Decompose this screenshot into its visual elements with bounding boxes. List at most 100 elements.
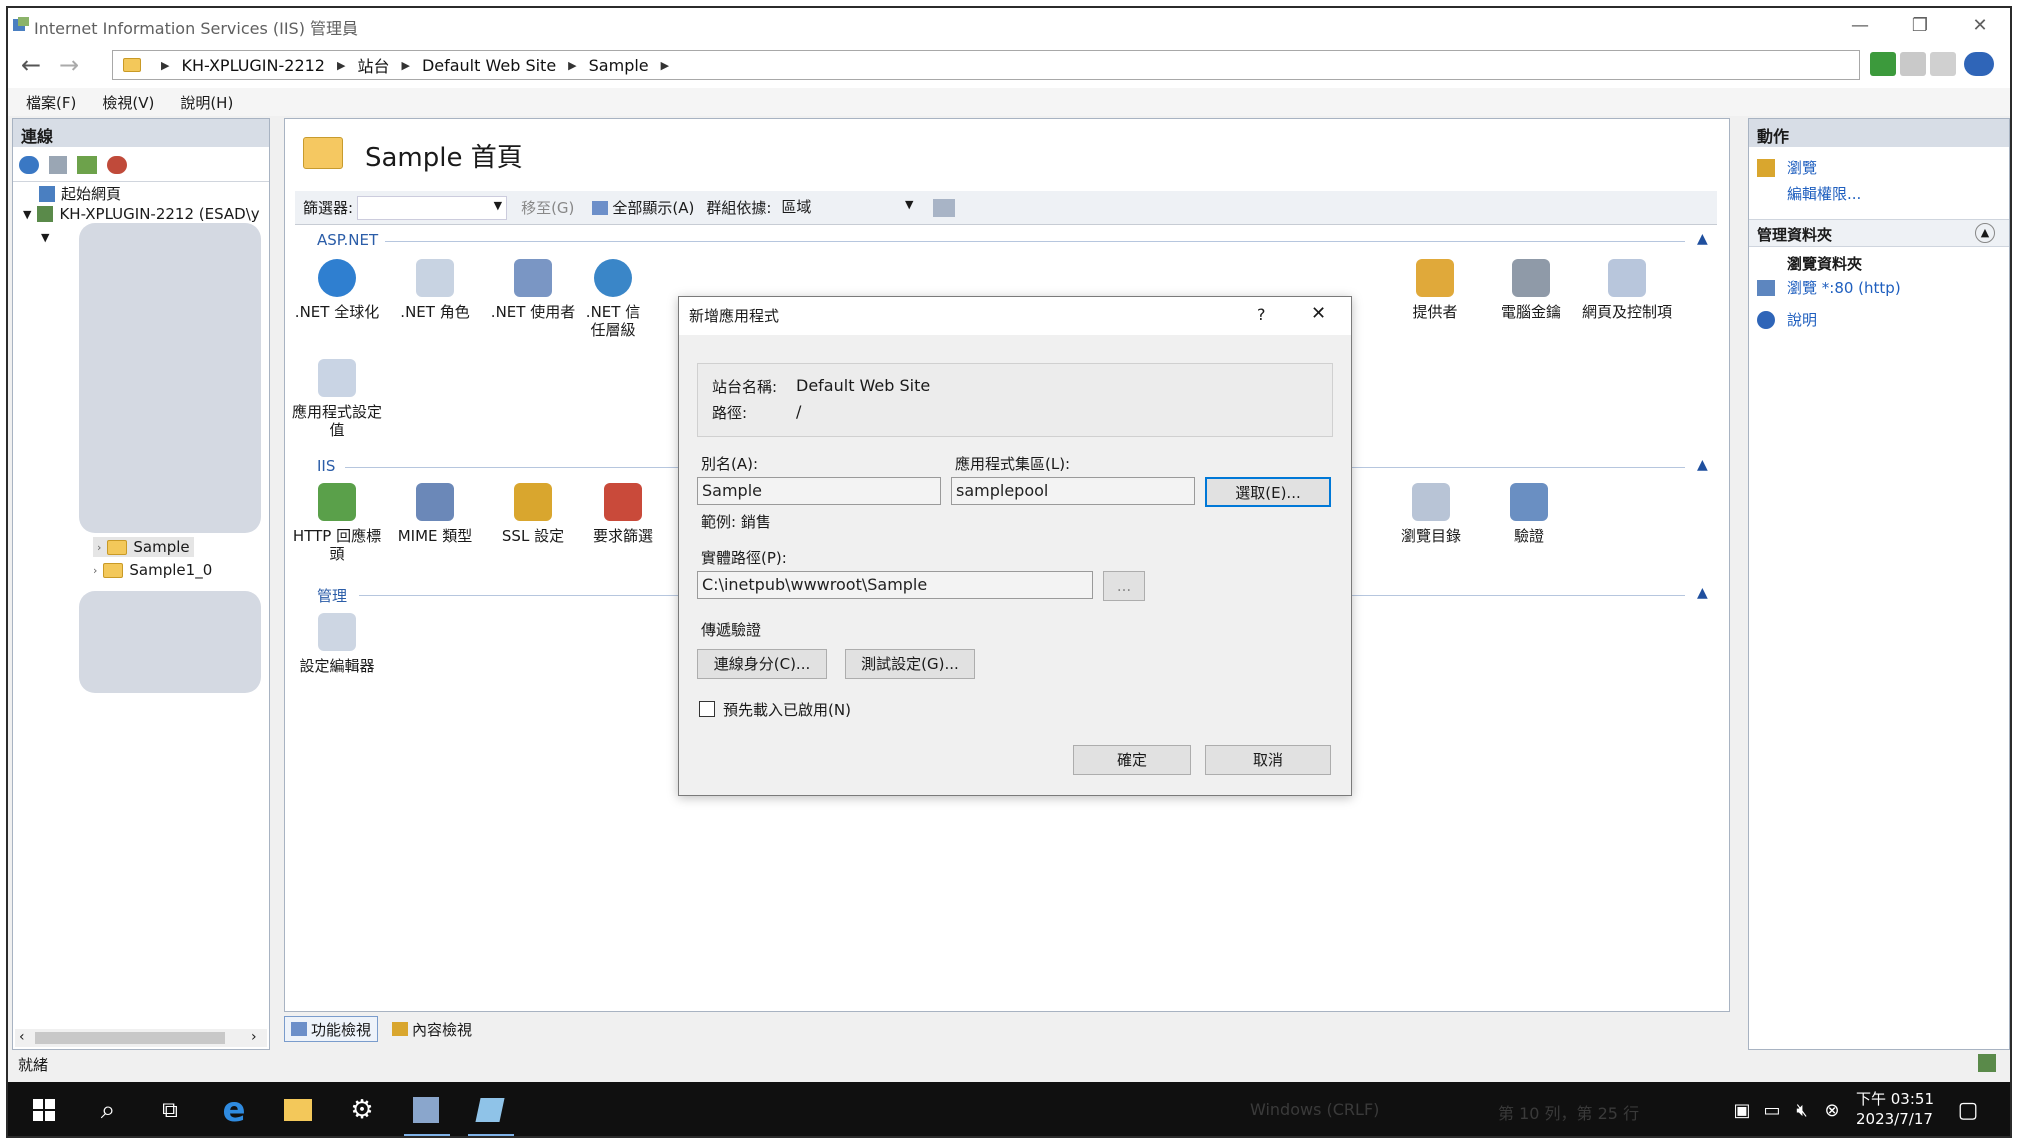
feature-net-globalization[interactable]: .NET 全球化 [289, 259, 385, 321]
feature-machine-key[interactable]: 電腦金鑰 [1483, 259, 1579, 321]
connect-as-button[interactable]: 連線身分(C)... [697, 649, 827, 679]
dialog-help-button[interactable]: ? [1257, 305, 1266, 324]
tree-item-sample1[interactable]: › Sample1_0 [93, 561, 212, 579]
action-edit-permissions[interactable]: 編輯權限... [1787, 183, 1861, 204]
feature-http-headers[interactable]: HTTP 回應標頭 [289, 483, 385, 563]
collapse-iis-icon[interactable]: ▲ [1697, 457, 1708, 473]
notification-icon[interactable]: ▢ [1950, 1092, 1986, 1128]
action-help[interactable]: 說明 [1757, 309, 1817, 330]
clock-time[interactable]: 下午 03:51 [1856, 1088, 1934, 1109]
redacted-region [79, 591, 261, 693]
ie-icon[interactable]: e [216, 1090, 252, 1130]
view-mode-icon[interactable] [933, 198, 956, 217]
collapse-management-icon[interactable]: ▲ [1697, 585, 1708, 601]
feature-providers[interactable]: 提供者 [1387, 259, 1483, 321]
feature-app-settings[interactable]: 應用程式設定值 [289, 359, 385, 439]
app-settings-icon [318, 359, 356, 397]
breadcrumb-item-site[interactable]: Default Web Site [422, 56, 556, 75]
physical-path-input[interactable]: C:\inetpub\wwwroot\Sample [697, 571, 1093, 599]
tab-content-view[interactable]: 內容檢視 [386, 1016, 478, 1042]
test-settings-button[interactable]: 測試設定(G)... [845, 649, 975, 679]
notepad-taskbar-icon[interactable] [472, 1092, 508, 1128]
goto-button[interactable]: 移至(G) [521, 197, 574, 218]
tree-item-server[interactable]: ▼ KH-XPLUGIN-2212 (ESAD\y [23, 205, 260, 223]
tree-item-sample[interactable]: › Sample [93, 537, 194, 557]
connect-icon[interactable] [19, 156, 39, 174]
windows-start-icon[interactable] [26, 1092, 62, 1128]
chevron-right-icon[interactable]: › [251, 1029, 257, 1045]
iis-manager-taskbar-icon[interactable] [408, 1092, 444, 1128]
feature-mime-types[interactable]: MIME 類型 [387, 483, 483, 545]
settings-gear-icon[interactable]: ⚙ [344, 1092, 380, 1128]
feature-net-roles[interactable]: .NET 角色 [387, 259, 483, 321]
iis-manager-window: Internet Information Services (IIS) 管理員 … [6, 6, 2012, 1138]
home-icon[interactable] [1930, 52, 1956, 76]
back-button[interactable]: ← [16, 50, 46, 80]
show-all-button[interactable]: 全部顯示(A) [612, 197, 694, 218]
folder-icon [123, 58, 141, 72]
task-view-icon[interactable]: ⧉ [152, 1092, 188, 1128]
close-button[interactable]: ✕ [1950, 8, 2010, 42]
site-info-group: 站台名稱: Default Web Site 路徑: / [697, 363, 1333, 437]
section-iis: IIS [317, 457, 336, 475]
breadcrumb[interactable]: ▶ KH-XPLUGIN-2212 ▶ 站台 ▶ Default Web Sit… [112, 50, 1860, 80]
http-headers-icon [318, 483, 356, 521]
collapse-aspnet-icon[interactable]: ▲ [1697, 231, 1708, 247]
feature-net-trust[interactable]: .NET 信任層級 [583, 259, 643, 339]
file-explorer-icon[interactable] [280, 1092, 316, 1128]
feature-directory-browsing[interactable]: 瀏覽目錄 [1383, 483, 1479, 545]
line-ending-text: Windows (CRLF) [1250, 1100, 1380, 1119]
cursor-position-text: 第 10 列，第 25 行 [1498, 1104, 1640, 1123]
feature-net-users[interactable]: .NET 使用者 [485, 259, 581, 321]
group-by-select[interactable]: 區域 ▼ [777, 196, 917, 220]
scroll-thumb[interactable] [35, 1032, 225, 1044]
connections-header: 連線 [13, 119, 269, 147]
breadcrumb-item-server[interactable]: KH-XPLUGIN-2212 [181, 56, 325, 75]
feature-authentication[interactable]: 驗證 [1481, 483, 1577, 545]
minimize-button[interactable]: — [1830, 8, 1890, 42]
action-browse[interactable]: 瀏覽 [1757, 157, 1817, 178]
refresh-icon[interactable] [1870, 52, 1896, 76]
browse-path-button[interactable]: ... [1103, 571, 1145, 601]
alias-input[interactable]: Sample [697, 477, 941, 505]
select-pool-button[interactable]: 選取(E)... [1205, 477, 1331, 507]
chevron-down-icon[interactable]: ▼ [41, 231, 49, 244]
save-icon[interactable] [49, 156, 67, 174]
alert-icon[interactable]: ⊗ [1814, 1092, 1850, 1128]
feature-ssl-settings[interactable]: SSL 設定 [485, 483, 581, 545]
preload-checkbox[interactable] [699, 701, 715, 717]
restore-button[interactable]: ❐ [1890, 8, 1950, 42]
pages-controls-icon [1608, 259, 1646, 297]
lock-icon [514, 483, 552, 521]
breadcrumb-item-sites[interactable]: 站台 [357, 53, 389, 77]
mime-types-icon [416, 483, 454, 521]
help-icon[interactable] [1964, 52, 1994, 76]
menu-view[interactable]: 檢視(V) [102, 92, 154, 113]
feature-request-filtering[interactable]: 要求篩選 [583, 483, 663, 545]
app-pool-input[interactable]: samplepool [951, 477, 1195, 505]
filter-input[interactable]: ▼ [357, 195, 508, 220]
feature-pages-controls[interactable]: 網頁及控制項 [1579, 259, 1675, 321]
ok-button[interactable]: 確定 [1073, 745, 1191, 775]
clock-date[interactable]: 2023/7/17 [1856, 1110, 1933, 1128]
stop-icon[interactable] [1900, 52, 1926, 76]
breadcrumb-item-app[interactable]: Sample [589, 56, 649, 75]
group-by-label: 群組依據: [706, 199, 772, 217]
search-icon[interactable]: ⌕ [90, 1092, 126, 1128]
up-icon[interactable] [77, 156, 97, 174]
alias-example: 範例: 銷售 [701, 513, 771, 531]
chevron-left-icon[interactable]: ‹ [19, 1029, 25, 1045]
menu-file[interactable]: 檔案(F) [26, 92, 76, 113]
action-browse-80[interactable]: 瀏覽 *:80 (http) [1757, 277, 1901, 298]
forward-button[interactable]: → [54, 50, 84, 80]
directory-browsing-icon [1412, 483, 1450, 521]
tab-features-view[interactable]: 功能檢視 [284, 1016, 379, 1042]
dialog-close-button[interactable]: ✕ [1311, 303, 1326, 324]
collapse-icon[interactable]: ▲ [1975, 223, 1995, 243]
horizontal-scrollbar[interactable]: ‹ › [15, 1029, 267, 1047]
menu-help[interactable]: 說明(H) [180, 92, 233, 113]
feature-config-editor[interactable]: 設定編輯器 [289, 613, 385, 675]
disconnect-icon[interactable] [107, 156, 127, 174]
cancel-button[interactable]: 取消 [1205, 745, 1331, 775]
tree-item-start-page[interactable]: 起始網頁 [39, 183, 121, 204]
